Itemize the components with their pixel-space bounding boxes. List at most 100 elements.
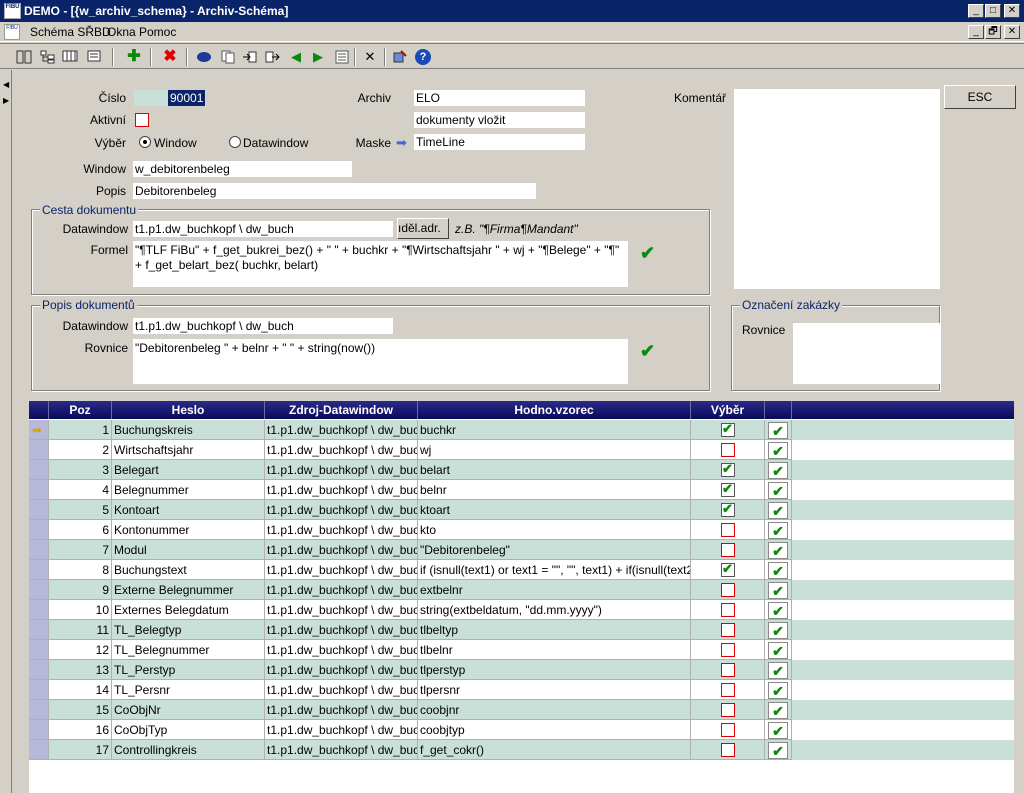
wizard-icon[interactable] — [390, 47, 410, 67]
cell-vzorec[interactable]: extbelnr — [418, 580, 691, 600]
vyber-checkbox[interactable] — [721, 481, 735, 497]
minimize-button[interactable]: _ — [968, 4, 984, 18]
rovnice-check-icon[interactable]: ✔ — [640, 341, 655, 362]
next-icon[interactable]: ▶ — [308, 47, 328, 67]
vyber-checkbox[interactable] — [721, 723, 735, 737]
cell-zdroj[interactable]: t1.p1.dw_buchkopf \ dw_buch — [265, 640, 418, 660]
table-row[interactable]: 15 CoObjNr t1.p1.dw_buchkopf \ dw_buch coob… — [29, 700, 1014, 720]
formel-check-icon[interactable]: ✔ — [640, 243, 655, 264]
rovnice-textarea[interactable]: "Debitorenbeleg " + belnr + " " + string… — [133, 339, 628, 384]
cell-zdroj[interactable]: t1.p1.dw_buchkopf \ dw_buch — [265, 480, 418, 500]
cell-vzorec[interactable]: tlbelnr — [418, 640, 691, 660]
cell-heslo[interactable]: TL_Perstyp — [112, 660, 265, 680]
cell-poz[interactable]: 3 — [49, 460, 112, 480]
cell-zdroj[interactable]: t1.p1.dw_buchkopf \ dw_buch — [265, 420, 418, 440]
cell-vzorec[interactable]: f_get_cokr() — [418, 740, 691, 760]
cell-vzorec[interactable]: wj — [418, 440, 691, 460]
cell-heslo[interactable]: Buchungstext — [112, 560, 265, 580]
document-icon[interactable]: FIBU — [4, 24, 20, 40]
cell-zdroj[interactable]: t1.p1.dw_buchkopf \ dw_buch — [265, 620, 418, 640]
cell-zdroj[interactable]: t1.p1.dw_buchkopf \ dw_buch — [265, 740, 418, 760]
radio-datawindow[interactable] — [229, 136, 241, 148]
row-ok-icon[interactable]: ✔ — [768, 542, 788, 559]
table-row[interactable]: 5 Kontoart t1.p1.dw_buchkopf \ dw_buch ktoa… — [29, 500, 1014, 520]
left-splitter[interactable]: ◀ ▶ — [0, 70, 12, 793]
vyber-checkbox[interactable] — [721, 643, 735, 657]
table-row[interactable]: 7 Modul t1.p1.dw_buchkopf \ dw_buch "Debito… — [29, 540, 1014, 560]
komentar-textarea[interactable] — [734, 89, 940, 289]
inner-restore-button[interactable]: 🗗 — [985, 25, 1001, 39]
cell-poz[interactable]: 9 — [49, 580, 112, 600]
table-row[interactable]: 17 Controllingkreis t1.p1.dw_buchkopf \ dw… — [29, 740, 1014, 760]
cell-heslo[interactable]: Kontonummer — [112, 520, 265, 540]
table-row[interactable]: 4 Belegnummer t1.p1.dw_buchkopf \ dw_buch b… — [29, 480, 1014, 500]
header-heslo[interactable]: Heslo — [112, 401, 265, 419]
inner-close-button[interactable]: ✕ — [1004, 25, 1020, 39]
cislo-field[interactable]: 90001 — [134, 90, 206, 106]
vyber-checkbox[interactable] — [721, 603, 735, 617]
aktivni-checkbox[interactable] — [135, 113, 149, 127]
close-x-icon[interactable]: ✕ — [360, 47, 380, 67]
header-vyber[interactable]: Výběr — [691, 401, 765, 419]
vyber-checkbox[interactable] — [721, 663, 735, 677]
cell-heslo[interactable]: CoObjNr — [112, 700, 265, 720]
vyber-checkbox[interactable] — [721, 443, 735, 457]
row-ok-icon[interactable]: ✔ — [768, 642, 788, 659]
cell-poz[interactable]: 16 — [49, 720, 112, 740]
cell-poz[interactable]: 17 — [49, 740, 112, 760]
cell-poz[interactable]: 13 — [49, 660, 112, 680]
vyber-checkbox[interactable] — [721, 583, 735, 597]
row-ok-icon[interactable]: ✔ — [768, 662, 788, 679]
cell-poz[interactable]: 6 — [49, 520, 112, 540]
vyber-checkbox[interactable] — [721, 743, 735, 757]
table-row[interactable]: 12 TL_Belegnummer t1.p1.dw_buchkopf \ dw_b… — [29, 640, 1014, 660]
close-button[interactable]: ✕ — [1004, 4, 1020, 18]
cell-zdroj[interactable]: t1.p1.dw_buchkopf \ dw_buch — [265, 500, 418, 520]
cell-zdroj[interactable]: t1.p1.dw_buchkopf \ dw_buch — [265, 600, 418, 620]
help-icon[interactable]: ? — [413, 47, 433, 67]
header-zdroj[interactable]: Zdroj-Datawindow — [265, 401, 418, 419]
cell-heslo[interactable]: CoObjTyp — [112, 720, 265, 740]
oznaceni-rovnice-textarea[interactable] — [793, 323, 940, 384]
cell-poz[interactable]: 2 — [49, 440, 112, 460]
cell-vzorec[interactable]: coobjtyp — [418, 720, 691, 740]
cell-vzorec[interactable]: string(extbeldatum, "dd.mm.yyyy") — [418, 600, 691, 620]
cell-poz[interactable]: 14 — [49, 680, 112, 700]
add-icon[interactable]: ✚ — [124, 47, 144, 67]
prev-icon[interactable]: ◀ — [286, 47, 306, 67]
table-row[interactable]: 10 Externes Belegdatum t1.p1.dw_buchkopf \… — [29, 600, 1014, 620]
export-icon[interactable] — [262, 47, 282, 67]
table-row[interactable]: 9 Externe Belegnummer t1.p1.dw_buchkopf \ … — [29, 580, 1014, 600]
layout-icon[interactable] — [14, 47, 34, 67]
table-row[interactable]: 8 Buchungstext t1.p1.dw_buchkopf \ dw_buch… — [29, 560, 1014, 580]
row-ok-icon[interactable]: ✔ — [768, 582, 788, 599]
columns-icon[interactable] — [60, 47, 80, 67]
vyber-checkbox[interactable] — [721, 561, 735, 577]
inner-minimize-button[interactable]: _ — [968, 25, 984, 39]
vyber-checkbox[interactable] — [721, 421, 735, 437]
popis-field[interactable]: Debitorenbeleg — [133, 183, 536, 199]
cell-zdroj[interactable]: t1.p1.dw_buchkopf \ dw_buch — [265, 460, 418, 480]
row-ok-icon[interactable]: ✔ — [768, 602, 788, 619]
cell-poz[interactable]: 4 — [49, 480, 112, 500]
cell-vzorec[interactable]: coobjnr — [418, 700, 691, 720]
cell-vzorec[interactable]: if (isnull(text1) or text1 = "", "", tex… — [418, 560, 691, 580]
menu-pomoc[interactable]: Pomoc — [139, 25, 176, 39]
vyber-checkbox[interactable] — [721, 683, 735, 697]
cell-heslo[interactable]: Belegart — [112, 460, 265, 480]
table-row[interactable]: 14 TL_Persnr t1.p1.dw_buchkopf \ dw_buch tl… — [29, 680, 1014, 700]
maske-field[interactable]: TimeLine — [414, 134, 585, 150]
cell-poz[interactable]: 12 — [49, 640, 112, 660]
cell-heslo[interactable]: TL_Belegnummer — [112, 640, 265, 660]
row-ok-icon[interactable]: ✔ — [768, 522, 788, 539]
header-poz[interactable]: Poz — [49, 401, 112, 419]
import-icon[interactable] — [240, 47, 260, 67]
cell-zdroj[interactable]: t1.p1.dw_buchkopf \ dw_buch — [265, 580, 418, 600]
menu-schema[interactable]: Schéma SŘBD — [30, 25, 111, 39]
cell-heslo[interactable]: TL_Persnr — [112, 680, 265, 700]
row-ok-icon[interactable]: ✔ — [768, 502, 788, 519]
cell-zdroj[interactable]: t1.p1.dw_buchkopf \ dw_buch — [265, 560, 418, 580]
vyber-checkbox[interactable] — [721, 623, 735, 637]
table-row[interactable]: ➡ 1 Buchungskreis t1.p1.dw_buchkopf \ dw_bu… — [29, 420, 1014, 440]
maximize-button[interactable]: □ — [985, 4, 1001, 18]
